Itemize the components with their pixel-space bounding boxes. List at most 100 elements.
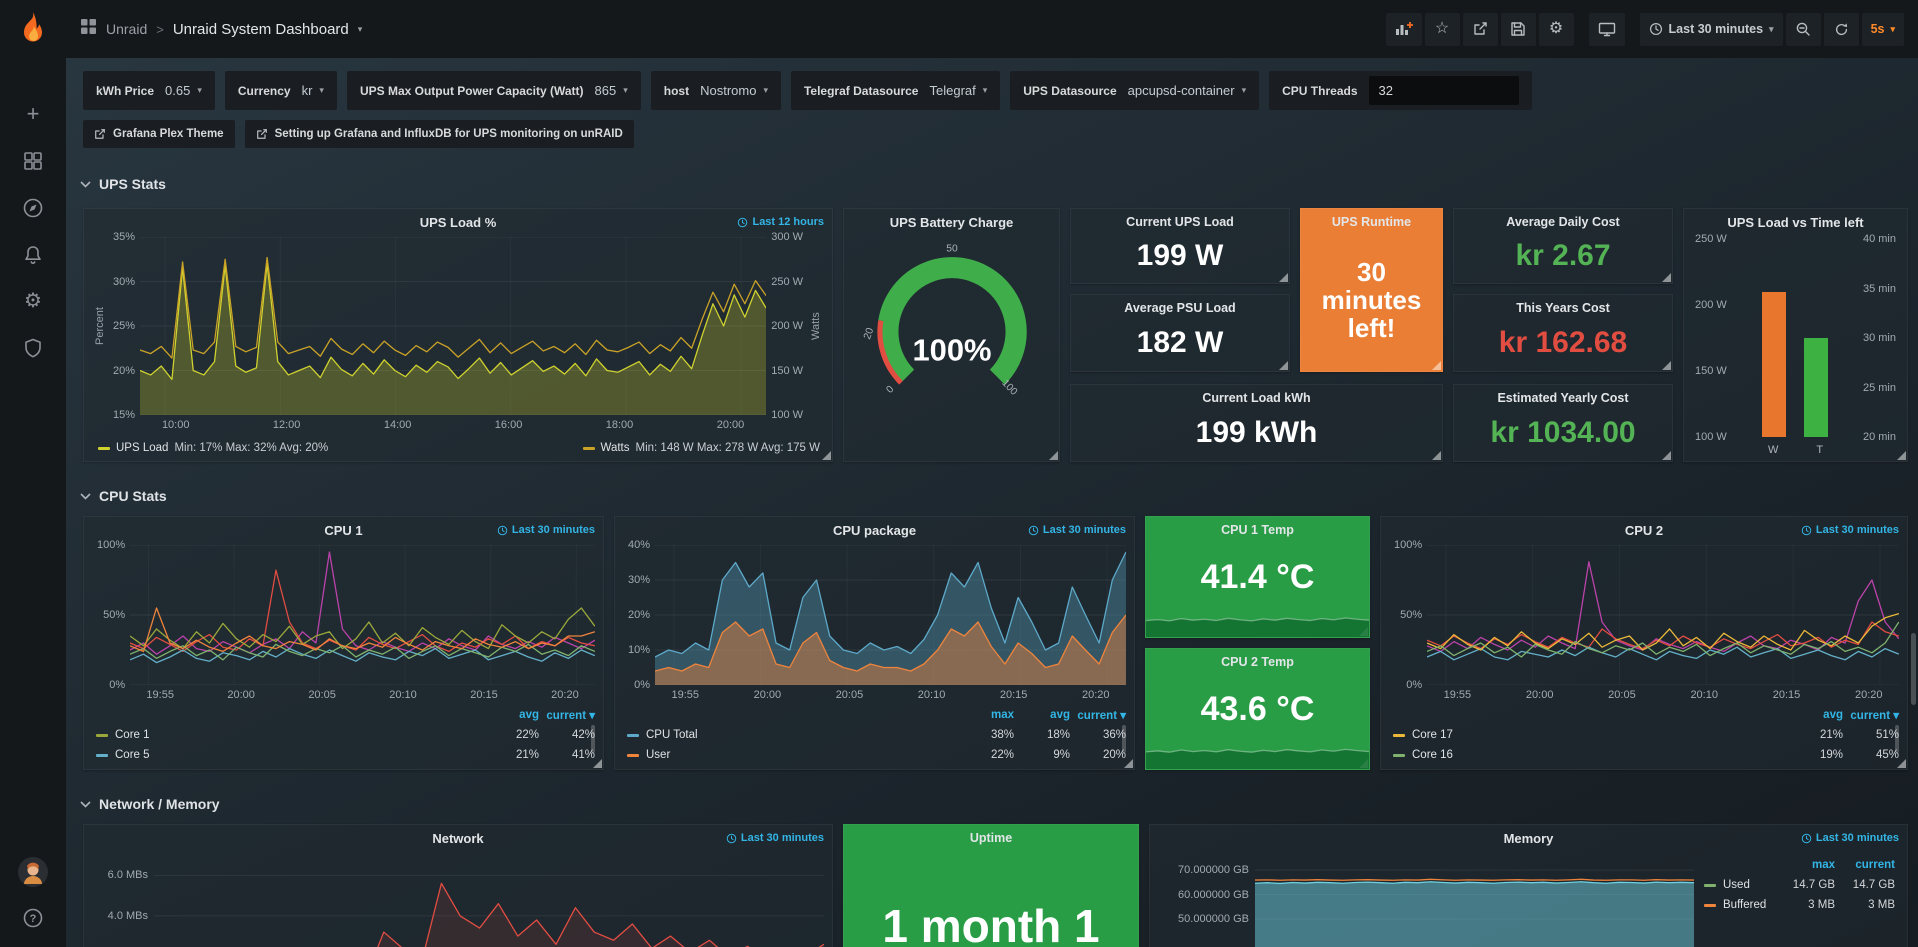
panel-title[interactable]: UPS Runtime: [1332, 215, 1411, 229]
panel-title[interactable]: CPU 2 Temp: [1221, 655, 1294, 669]
panel-title[interactable]: Average Daily Cost: [1506, 215, 1619, 229]
ups-bar-gauge[interactable]: [1732, 239, 1858, 437]
alerting-bell-icon[interactable]: [22, 244, 44, 266]
series-name[interactable]: CPU Total: [646, 729, 698, 741]
variable-input[interactable]: [1369, 76, 1519, 105]
legend-value: 21%: [483, 749, 539, 761]
panel-resize-handle[interactable]: [1662, 451, 1671, 460]
time-range-button[interactable]: Last 30 minutes ▾: [1640, 13, 1783, 46]
star-button[interactable]: ☆: [1425, 13, 1460, 46]
panel-resize-handle[interactable]: [1432, 451, 1441, 460]
legend-col-header[interactable]: max: [958, 709, 1014, 721]
apps-grid-icon[interactable]: [80, 18, 97, 40]
panel-title[interactable]: Memory: [1150, 831, 1907, 846]
legend-col-header[interactable]: current ▾: [539, 708, 595, 722]
series-name[interactable]: Buffered: [1723, 899, 1766, 911]
variable-value-dropdown[interactable]: 865▾: [595, 83, 628, 98]
cpu2-chart[interactable]: [1427, 545, 1899, 685]
panel-title[interactable]: Current Load kWh: [1202, 391, 1310, 405]
configuration-gear-icon[interactable]: ⚙: [24, 291, 42, 312]
cpu-package-chart[interactable]: [655, 545, 1126, 685]
panel-resize-handle[interactable]: [1662, 273, 1671, 282]
panel-title[interactable]: Network: [84, 831, 832, 846]
legend-scrollbar[interactable]: [1122, 725, 1126, 753]
panel-title[interactable]: Current UPS Load: [1126, 215, 1234, 229]
panel-title[interactable]: Uptime: [970, 831, 1012, 845]
cycle-view-mode-button[interactable]: [1589, 13, 1625, 46]
dashboards-icon[interactable]: [22, 150, 44, 172]
variable-value-dropdown[interactable]: kr▾: [302, 83, 324, 98]
variable-value-dropdown[interactable]: Nostromo▾: [700, 83, 768, 98]
page-scrollbar-thumb[interactable]: [1911, 633, 1916, 705]
chevron-down-icon[interactable]: ▾: [358, 25, 363, 34]
refresh-button[interactable]: [1824, 13, 1859, 46]
legend-col-header[interactable]: current ▾: [1070, 708, 1126, 722]
panel-title[interactable]: Average PSU Load: [1124, 301, 1235, 315]
dashboard-link-plex-theme[interactable]: Grafana Plex Theme: [83, 120, 235, 148]
series-swatch: [627, 734, 639, 737]
grafana-logo[interactable]: [15, 10, 51, 51]
series-name[interactable]: Core 1: [115, 729, 150, 741]
panel-title[interactable]: UPS Battery Charge: [844, 215, 1059, 230]
page-title[interactable]: Unraid System Dashboard: [173, 21, 349, 38]
legend-col-header[interactable]: current ▾: [1843, 708, 1899, 722]
panel-resize-handle[interactable]: [1662, 361, 1671, 370]
legend-scrollbar[interactable]: [591, 725, 595, 753]
variable-value-dropdown[interactable]: 0.65▾: [165, 83, 202, 98]
breadcrumb-folder[interactable]: Unraid: [106, 21, 147, 37]
panel-resize-handle[interactable]: [1279, 361, 1288, 370]
panel-resize-handle[interactable]: [1897, 451, 1906, 460]
cpu1-chart[interactable]: [130, 545, 595, 685]
add-panel-button[interactable]: [1386, 13, 1422, 46]
save-button[interactable]: [1501, 13, 1536, 46]
legend-value: 19%: [1787, 749, 1843, 761]
series-name[interactable]: Core 17: [1412, 729, 1453, 741]
memory-chart[interactable]: [1255, 853, 1694, 947]
panel-title[interactable]: Estimated Yearly Cost: [1497, 391, 1628, 405]
legend-col-header[interactable]: max: [1775, 859, 1835, 871]
row-cpu-stats[interactable]: CPU Stats: [80, 484, 167, 508]
user-avatar[interactable]: [18, 857, 48, 887]
variable-value-dropdown[interactable]: Telegraf▾: [929, 83, 987, 98]
series-name[interactable]: Core 5: [115, 749, 150, 761]
top-nav: Unraid > Unraid System Dashboard ▾ ☆ ⚙ L…: [66, 0, 1918, 58]
add-icon[interactable]: +: [27, 103, 40, 125]
panel-resize-handle[interactable]: [593, 759, 602, 768]
series-name[interactable]: Used: [1723, 879, 1750, 891]
legend-scrollbar[interactable]: [1895, 725, 1899, 753]
network-chart[interactable]: [154, 853, 824, 947]
row-ups-stats[interactable]: UPS Stats: [80, 172, 166, 196]
panel-resize-handle[interactable]: [1897, 759, 1906, 768]
clock-icon: [737, 217, 748, 228]
legend-col-header[interactable]: avg: [483, 709, 539, 721]
settings-gear-button[interactable]: ⚙: [1539, 13, 1574, 46]
zoom-out-button[interactable]: [1786, 13, 1821, 46]
refresh-interval-button[interactable]: 5s ▾: [1862, 13, 1904, 46]
panel-title[interactable]: UPS Load %: [84, 215, 832, 230]
share-button[interactable]: [1463, 13, 1498, 46]
legend-col-header[interactable]: avg: [1014, 709, 1070, 721]
stat-value: 43.6 °C: [1201, 669, 1315, 769]
panel-resize-handle[interactable]: [822, 451, 831, 460]
panel-title[interactable]: This Years Cost: [1516, 301, 1610, 315]
dashboard-link-ups-guide[interactable]: Setting up Grafana and InfluxDB for UPS …: [245, 120, 634, 148]
help-icon[interactable]: ?: [22, 907, 44, 929]
series-name[interactable]: UPS Load: [116, 442, 168, 454]
legend-row: Core 5 21% 41%: [96, 745, 595, 765]
variable-ups-max-output: UPS Max Output Power Capacity (Watt) 865…: [347, 71, 641, 110]
variable-value-dropdown[interactable]: apcupsd-container▾: [1128, 83, 1247, 98]
series-name[interactable]: User: [646, 749, 670, 761]
explore-compass-icon[interactable]: [22, 197, 44, 219]
panel-resize-handle[interactable]: [1049, 451, 1058, 460]
panel-title[interactable]: CPU 1 Temp: [1221, 523, 1294, 537]
panel-resize-handle[interactable]: [1124, 759, 1133, 768]
series-name[interactable]: Watts: [601, 442, 630, 454]
server-admin-shield-icon[interactable]: [22, 337, 44, 359]
ups-load-chart[interactable]: [140, 237, 766, 415]
row-network-memory[interactable]: Network / Memory: [80, 792, 220, 816]
panel-resize-handle[interactable]: [1279, 273, 1288, 282]
panel-title[interactable]: UPS Load vs Time left: [1684, 215, 1907, 230]
series-name[interactable]: Core 16: [1412, 749, 1453, 761]
legend-col-header[interactable]: avg: [1787, 709, 1843, 721]
legend-col-header[interactable]: current: [1835, 859, 1895, 871]
